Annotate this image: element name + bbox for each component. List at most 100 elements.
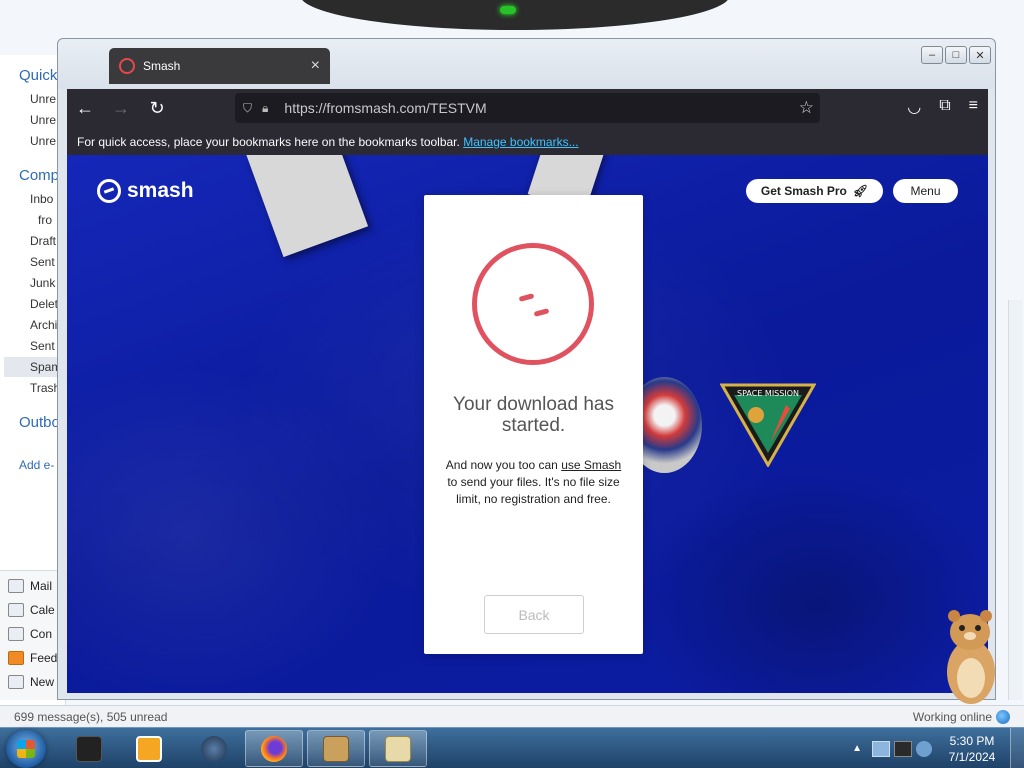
taskbar-app-1[interactable] xyxy=(60,730,118,767)
hamster-app-icon xyxy=(323,735,349,762)
tab-smash[interactable]: Smash × xyxy=(109,48,330,84)
rss-icon xyxy=(8,651,24,665)
patch-text: SPACE MISSION xyxy=(737,389,799,398)
browser-titlebar[interactable]: Smash × – □ ✕ xyxy=(58,39,995,89)
ring-dash-2 xyxy=(533,308,550,317)
network-globe-icon xyxy=(201,735,227,762)
contacts-icon xyxy=(8,627,24,641)
desktop-top-shape xyxy=(300,0,730,30)
start-button[interactable] xyxy=(6,730,46,768)
show-desktop-button[interactable] xyxy=(1010,728,1024,768)
tray-display-icon[interactable] xyxy=(894,740,912,757)
smash-favicon-icon xyxy=(119,58,135,74)
tray-network-icon[interactable] xyxy=(916,740,932,757)
mail-folder-from[interactable]: fro xyxy=(38,213,52,227)
rocket-icon: 🚀︎ xyxy=(852,184,869,198)
toolbar-right-icons: ◡ ⧉ ≡ xyxy=(907,97,978,117)
pocket-icon[interactable]: ◡ xyxy=(907,97,921,117)
mail-app-icon xyxy=(385,735,411,762)
taskbar-app-media[interactable] xyxy=(120,730,178,767)
mail-status-bar: 699 message(s), 505 unread Working onlin… xyxy=(0,705,1024,727)
mail-folder-unread-3[interactable]: Unre xyxy=(30,134,56,148)
mail-scrollbar[interactable] xyxy=(1008,300,1022,700)
nav-contacts[interactable]: Con xyxy=(8,625,52,643)
reload-icon[interactable]: ↻ xyxy=(139,90,175,126)
mail-folder-sent-2[interactable]: Sent xyxy=(30,339,55,353)
mail-section-quick[interactable]: Quick xyxy=(19,67,57,84)
tab-close-icon[interactable]: × xyxy=(311,57,320,75)
shield-icon[interactable]: ⛉ xyxy=(243,101,252,116)
mail-folder-sent[interactable]: Sent xyxy=(30,255,55,269)
bookmarks-hint: For quick access, place your bookmarks h… xyxy=(77,135,460,149)
close-button[interactable]: ✕ xyxy=(969,46,991,64)
mail-folder-inbox[interactable]: Inbo xyxy=(30,192,53,206)
firefox-icon xyxy=(261,735,287,762)
mail-section-comp[interactable]: Comp xyxy=(19,167,59,184)
url-text[interactable]: https://fromsmash.com/TESTVM xyxy=(284,100,486,116)
mail-folder-archive[interactable]: Archi xyxy=(30,318,57,332)
browser-window: Smash × – □ ✕ ← → ↻ ⛉ 🔒︎ https://fromsma… xyxy=(57,38,996,700)
message-count: 699 message(s), 505 unread xyxy=(14,710,168,724)
page-content: smash Get Smash Pro 🚀︎ Menu SPACE MISSION… xyxy=(67,155,988,693)
mail-folder-unread-1[interactable]: Unre xyxy=(30,92,56,106)
back-button[interactable]: Back xyxy=(484,595,584,634)
mail-folder-deleted[interactable]: Delet xyxy=(30,297,58,311)
download-card: Your download has started. And now you t… xyxy=(424,195,643,654)
manage-bookmarks-link[interactable]: Manage bookmarks... xyxy=(463,135,578,149)
tray-app-icon[interactable] xyxy=(872,740,890,757)
menu-hamburger-icon[interactable]: ≡ xyxy=(969,97,978,117)
menu-button[interactable]: Menu xyxy=(893,179,958,203)
url-bar[interactable]: ⛉ 🔒︎ https://fromsmash.com/TESTVM ☆ xyxy=(235,93,820,123)
mail-section-outbox[interactable]: Outbo xyxy=(19,414,60,431)
calendar-icon xyxy=(8,603,24,617)
download-heading: Your download has started. xyxy=(453,394,614,436)
maximize-button[interactable]: □ xyxy=(945,46,967,64)
globe-icon xyxy=(996,710,1010,724)
taskbar-app-mail[interactable] xyxy=(369,730,427,767)
use-smash-link[interactable]: use Smash xyxy=(561,458,621,472)
media-player-icon xyxy=(136,735,162,762)
newsgroup-icon xyxy=(8,675,24,689)
add-account-link[interactable]: Add e- xyxy=(19,458,54,472)
nav-calendar[interactable]: Cale xyxy=(8,601,55,619)
get-smash-pro-button[interactable]: Get Smash Pro 🚀︎ xyxy=(746,179,883,203)
bookmark-star-icon[interactable]: ☆ xyxy=(799,98,814,118)
taskbar-app-firefox[interactable] xyxy=(245,730,303,767)
clock-date: 7/1/2024 xyxy=(948,749,996,764)
extensions-icon[interactable]: ⧉ xyxy=(939,97,950,117)
led-indicator xyxy=(500,6,516,14)
taskbar-app-3[interactable] xyxy=(185,730,243,767)
windows-logo-icon xyxy=(17,740,35,758)
system-tray: ▲ 5:30 PM 7/1/2024 xyxy=(852,728,1024,768)
tab-title: Smash xyxy=(143,59,181,73)
nav-mail[interactable]: Mail xyxy=(8,577,52,595)
space-mission-patch-image: SPACE MISSION xyxy=(720,383,816,467)
clock-time: 5:30 PM xyxy=(949,733,995,748)
taskbar-app-hamster[interactable] xyxy=(307,730,365,767)
nav-newsgroups[interactable]: New xyxy=(8,673,54,691)
mail-folder-junk[interactable]: Junk xyxy=(30,276,55,290)
forward-arrow-icon[interactable]: → xyxy=(103,90,139,126)
mail-folder-drafts[interactable]: Draft xyxy=(30,234,56,248)
bookmarks-toolbar: For quick access, place your bookmarks h… xyxy=(67,127,988,155)
back-arrow-icon[interactable]: ← xyxy=(67,90,103,126)
hamster-mascot-image xyxy=(947,610,995,704)
taskbar: ▲ 5:30 PM 7/1/2024 xyxy=(0,727,1024,768)
lock-icon[interactable]: 🔒︎ xyxy=(262,101,268,116)
smash-logo[interactable]: smash xyxy=(97,179,194,203)
mail-folder-trash[interactable]: Trash xyxy=(30,381,60,395)
mail-folder-unread-2[interactable]: Unre xyxy=(30,113,56,127)
clock[interactable]: 5:30 PM 7/1/2024 xyxy=(940,733,1004,765)
nav-feeds[interactable]: Feed xyxy=(8,649,57,667)
window-controls: – □ ✕ xyxy=(921,46,991,64)
ring-dash-1 xyxy=(518,293,535,302)
download-message: And now you too can use Smash to send yo… xyxy=(445,458,622,506)
connection-status: Working online xyxy=(913,710,1010,724)
smash-loading-ring-icon xyxy=(472,243,594,365)
mail-icon xyxy=(8,579,24,593)
smash-logo-icon xyxy=(97,179,121,203)
browser-toolbar: ← → ↻ ⛉ 🔒︎ https://fromsmash.com/TESTVM … xyxy=(67,89,988,127)
monitor-icon xyxy=(76,735,102,762)
tray-expand-icon[interactable]: ▲ xyxy=(852,743,862,754)
minimize-button[interactable]: – xyxy=(921,46,943,64)
